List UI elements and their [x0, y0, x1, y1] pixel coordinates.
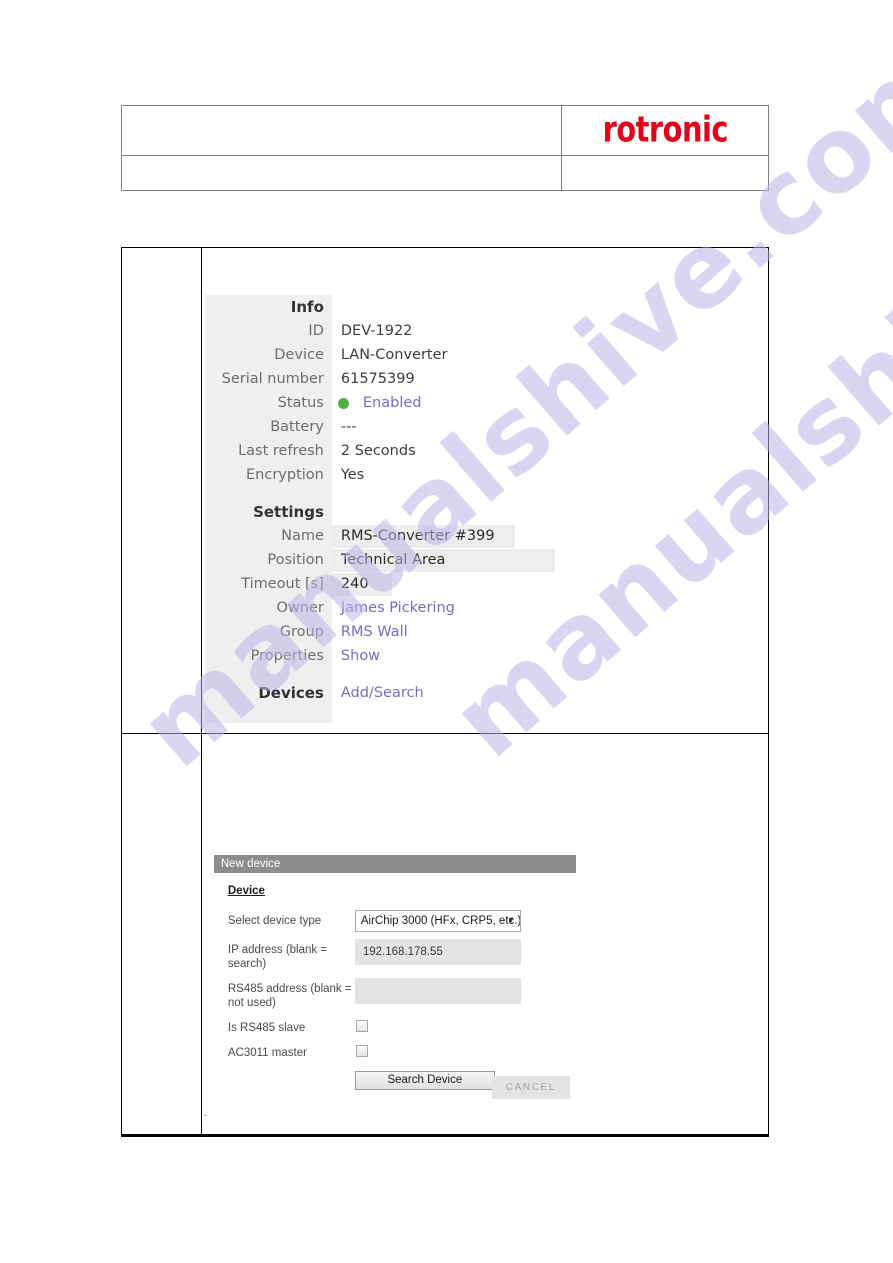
- rs485-address-label: RS485 address (blank = not used): [227, 983, 352, 1009]
- info-value-id: DEV-1922: [340, 323, 413, 339]
- new-device-dialog-title: New device: [213, 855, 576, 873]
- timeout-input[interactable]: 240: [331, 573, 392, 596]
- settings-heading-spacer: [332, 500, 492, 524]
- info-label-encryption: Encryption: [246, 467, 324, 483]
- header-row-top: rotronic: [120, 105, 769, 156]
- header-cell-meta-area: [561, 155, 769, 191]
- info-label-id: ID: [308, 323, 324, 339]
- rms-device-panel: Info ID DEV-1922 Device LAN-Converter Se…: [204, 295, 555, 723]
- content-row-device-details: Info ID DEV-1922 Device LAN-Converter Se…: [121, 247, 770, 734]
- info-value-status[interactable]: Enabled: [363, 395, 422, 411]
- properties-show-link[interactable]: Show: [332, 644, 492, 668]
- search-device-button[interactable]: Search Device: [354, 1071, 495, 1090]
- new-device-dialog-body: Device Select device type AirChip 3000 (…: [214, 873, 576, 1090]
- cancel-button[interactable]: CANCEL: [491, 1076, 570, 1099]
- content-row-1-body: Info ID DEV-1922 Device LAN-Converter Se…: [200, 247, 770, 734]
- ac3011-master-label: AC3011 master: [227, 1047, 307, 1059]
- content-row-2-body: New device Device Select device type Air…: [200, 733, 770, 1137]
- rs485-address-input[interactable]: [354, 978, 521, 1004]
- ip-address-input[interactable]: 192.168.178.55: [354, 939, 521, 965]
- device-type-select[interactable]: AirChip 3000 (HFx, CRP5, etc.) ▼: [354, 910, 521, 932]
- form-row-is-rs485-slave: Is RS485 slave: [228, 1017, 576, 1035]
- is-rs485-slave-checkbox[interactable]: [355, 1020, 368, 1032]
- form-row-rs485-address: RS485 address (blank = not used): [228, 978, 576, 1010]
- info-label-device: Device: [274, 347, 324, 363]
- status-indicator-icon: [337, 397, 349, 409]
- ip-address-label: IP address (blank = search): [227, 944, 328, 970]
- section-gap-mid: [332, 487, 492, 500]
- new-device-dialog: New device Device Select device type Air…: [213, 855, 576, 1090]
- group-link[interactable]: RMS Wall: [332, 620, 492, 644]
- info-value-device: LAN-Converter: [340, 347, 448, 363]
- header-cell-subtitle-area: [120, 155, 563, 191]
- header-row-bottom: [120, 155, 769, 191]
- header-cell-title-area: [120, 105, 563, 156]
- form-row-ac3011-master: AC3011 master: [228, 1042, 576, 1060]
- owner-link[interactable]: James Pickering: [332, 596, 492, 620]
- info-label-last-refresh: Last refresh: [238, 443, 324, 459]
- device-type-selected-value: AirChip 3000 (HFx, CRP5, etc.): [360, 915, 521, 927]
- devices-add-search-link[interactable]: Add/Search: [332, 681, 492, 705]
- content-row-1-gutter: [121, 247, 202, 734]
- info-value-serial-number: 61575399: [340, 371, 415, 387]
- settings-label-owner: Owner: [276, 600, 324, 616]
- rotronic-logo: rotronic: [602, 109, 728, 151]
- chevron-down-icon: ▼: [506, 916, 515, 925]
- devices-heading: Devices: [258, 684, 324, 702]
- settings-label-properties: Properties: [250, 648, 324, 664]
- info-label-status: Status: [277, 395, 324, 411]
- position-input[interactable]: Technical Area: [331, 549, 555, 572]
- info-value-last-refresh: 2 Seconds: [340, 443, 416, 459]
- settings-value-name-wrap: RMS-Converter #399: [331, 524, 515, 548]
- info-label-battery: Battery: [270, 419, 324, 435]
- ac3011-master-checkbox[interactable]: [355, 1045, 368, 1057]
- header-cell-logo: rotronic: [561, 105, 769, 156]
- document-header-table: rotronic: [120, 105, 769, 191]
- name-input[interactable]: RMS-Converter #399: [331, 525, 515, 548]
- settings-label-name: Name: [281, 528, 324, 544]
- section-gap-left: [205, 487, 332, 500]
- devices-gap-mid: [332, 668, 492, 681]
- page-bottom-rule: [121, 1134, 769, 1136]
- document-content-table: Info ID DEV-1922 Device LAN-Converter Se…: [121, 247, 770, 1137]
- content-row-new-device: New device Device Select device type Air…: [121, 733, 770, 1137]
- is-rs485-slave-label: Is RS485 slave: [227, 1022, 306, 1034]
- device-type-label: Select device type: [227, 915, 322, 927]
- info-heading: Info: [290, 298, 324, 316]
- info-value-battery: ---: [340, 419, 357, 435]
- info-label-serial-number: Serial number: [221, 371, 324, 387]
- settings-label-timeout: Timeout [s]: [241, 576, 324, 592]
- info-heading-spacer: [332, 295, 492, 319]
- device-section-heading: Device: [227, 885, 265, 897]
- status-badge: Enabled: [332, 391, 492, 415]
- content-row-2-gutter: [121, 733, 202, 1137]
- settings-value-timeout-wrap: 240: [331, 572, 492, 596]
- rms-detail-grid: Info ID DEV-1922 Device LAN-Converter Se…: [205, 295, 555, 705]
- settings-heading: Settings: [253, 503, 324, 521]
- settings-value-position-wrap: Technical Area: [331, 548, 555, 572]
- footnote-mark: -: [203, 1110, 207, 1120]
- form-row-ip-address: IP address (blank = search) 192.168.178.…: [228, 939, 576, 971]
- form-row-device-type: Select device type AirChip 3000 (HFx, CR…: [228, 910, 576, 932]
- info-value-encryption: Yes: [340, 467, 365, 483]
- devices-gap-left: [205, 668, 332, 681]
- settings-label-group: Group: [279, 624, 324, 640]
- settings-label-position: Position: [267, 552, 324, 568]
